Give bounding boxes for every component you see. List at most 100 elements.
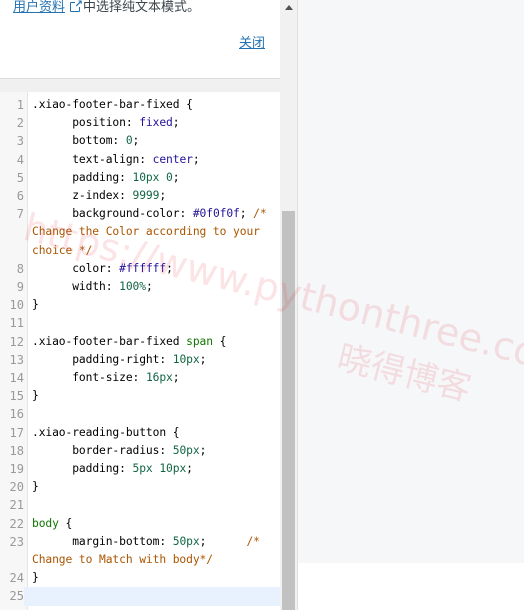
- token-kw: fixed: [139, 116, 173, 130]
- line-text[interactable]: .xiao-footer-bar-fixed {: [32, 96, 272, 114]
- line-number: 8: [16, 261, 24, 276]
- line-text[interactable]: ​: [32, 314, 272, 332]
- token-prop: ;: [199, 534, 247, 548]
- token-prop: z-index:: [32, 189, 133, 203]
- code-line[interactable]: 2 position: fixed;: [0, 114, 280, 132]
- scroll-up-arrow-icon[interactable]: [285, 5, 293, 10]
- line-text[interactable]: }: [32, 478, 272, 496]
- notice-text: 用户资料 中选择纯文本模式。: [13, 0, 200, 17]
- code-line[interactable]: 1 .xiao-footer-bar-fixed {: [0, 96, 280, 114]
- line-text[interactable]: ​: [32, 587, 272, 605]
- line-number: 5: [16, 170, 24, 185]
- line-text[interactable]: body {: [32, 515, 272, 533]
- editor-scrollbar[interactable]: [280, 0, 297, 610]
- line-number: 4: [16, 152, 24, 167]
- token-tag: span: [186, 334, 213, 348]
- token-prop: ;: [166, 261, 173, 275]
- line-text[interactable]: bottom: 0;: [32, 132, 272, 150]
- token-prop: ;: [199, 352, 207, 366]
- external-link-icon: [70, 0, 83, 14]
- token-prop: border-radius:: [32, 443, 173, 457]
- code-line[interactable]: 25 ​: [0, 587, 280, 606]
- code-line[interactable]: 15}: [0, 387, 280, 405]
- line-number: 1: [16, 98, 24, 112]
- line-text[interactable]: }: [32, 296, 272, 314]
- code-lines[interactable]: 1 .xiao-footer-bar-fixed { 2 position: fix…: [0, 96, 280, 606]
- code-line[interactable]: 3 bottom: 0;: [0, 132, 280, 150]
- token-num: 10px: [172, 352, 200, 366]
- token-prop: .xiao-footer-bar-fixed {: [32, 98, 193, 111]
- token-num: 5px 10px: [132, 462, 187, 476]
- line-number: 10: [9, 298, 24, 313]
- line-number: 13: [9, 352, 24, 367]
- code-editor-panel: 用户资料 中选择纯文本模式。 关闭 1 .xiao-footer-bar-fixed…: [0, 0, 280, 610]
- code-line[interactable]: 22 body {: [0, 515, 280, 533]
- token-kw: center: [152, 152, 193, 166]
- line-text[interactable]: padding-right: 10px;: [32, 351, 272, 369]
- token-prop: }: [32, 389, 39, 403]
- code-line[interactable]: 14 font-size: 16px;: [0, 369, 280, 387]
- line-text[interactable]: color: #ffffff;: [32, 260, 272, 278]
- close-link[interactable]: 关闭: [239, 32, 265, 51]
- token-prop: ;: [172, 170, 180, 184]
- line-number: 17: [9, 425, 24, 440]
- preview-area: [298, 0, 524, 563]
- code-line[interactable]: 13 padding-right: 10px;: [0, 351, 280, 369]
- line-number: 6: [16, 189, 24, 204]
- code-line[interactable]: 19 padding: 5px 10px;: [0, 460, 280, 478]
- line-text[interactable]: position: fixed;: [32, 114, 272, 132]
- separator: [0, 79, 280, 92]
- code-line[interactable]: 7 background-color: #0f0f0f; /* Change t…: [0, 205, 280, 260]
- line-text[interactable]: font-size: 16px;: [32, 369, 272, 387]
- token-prop: ;: [145, 280, 153, 294]
- line-text[interactable]: background-color: #0f0f0f; /* Change the…: [32, 205, 272, 260]
- token-num: 50px: [172, 534, 200, 548]
- code-line[interactable]: 6 z-index: 9999;: [0, 187, 280, 205]
- line-number: 25: [0, 587, 24, 606]
- token-prop: {: [212, 334, 227, 348]
- code-line[interactable]: 4 text-align: center;: [0, 151, 280, 169]
- line-text[interactable]: padding: 10px 0;: [32, 169, 272, 187]
- line-text[interactable]: z-index: 9999;: [32, 187, 272, 205]
- line-text[interactable]: padding: 5px 10px;: [32, 460, 272, 478]
- line-number: 2: [16, 116, 24, 131]
- line-text[interactable]: .xiao-footer-bar-fixed span {: [32, 333, 272, 351]
- line-number: 3: [16, 134, 24, 149]
- line-text[interactable]: ​: [32, 405, 272, 423]
- token-prop: {: [58, 516, 73, 530]
- token-prop: ;: [172, 371, 180, 385]
- line-number: 21: [9, 498, 24, 513]
- token-prop: .xiao-reading-button {: [32, 425, 180, 439]
- token-prop: ;: [192, 152, 200, 166]
- code-line[interactable]: 12 .xiao-footer-bar-fixed span {: [0, 333, 280, 351]
- user-profile-link[interactable]: 用户资料: [13, 0, 65, 15]
- code-line[interactable]: 5 padding: 10px 0;: [0, 169, 280, 187]
- code-line[interactable]: 8 color: #ffffff;: [0, 260, 280, 278]
- line-text[interactable]: width: 100%;: [32, 278, 272, 296]
- code-line[interactable]: 16 ​: [0, 405, 280, 423]
- line-text[interactable]: }: [32, 387, 272, 405]
- line-text[interactable]: text-align: center;: [32, 151, 272, 169]
- code-line[interactable]: 24}: [0, 569, 280, 587]
- code-line[interactable]: 9 width: 100%;: [0, 278, 280, 296]
- token-prop: background-color:: [32, 207, 193, 221]
- code-line[interactable]: 11 ​: [0, 314, 280, 332]
- line-text[interactable]: margin-bottom: 50px; /* Change to Match …: [32, 533, 272, 569]
- code-line[interactable]: 20}: [0, 478, 280, 496]
- line-text[interactable]: border-radius: 50px;: [32, 442, 272, 460]
- line-number: 16: [9, 407, 24, 422]
- token-prop: width:: [32, 280, 120, 294]
- line-number: 18: [9, 443, 24, 458]
- line-text[interactable]: ​: [32, 496, 272, 514]
- code-line[interactable]: 10}: [0, 296, 280, 314]
- code-line[interactable]: 17 .xiao-reading-button {: [0, 424, 280, 442]
- code-line[interactable]: 23 margin-bottom: 50px; /* Change to Mat…: [0, 533, 280, 569]
- plain-text-notice: 用户资料 中选择纯文本模式。 关闭: [0, 0, 280, 79]
- line-number: 9: [16, 280, 24, 295]
- line-text[interactable]: }: [32, 569, 272, 587]
- css-editor[interactable]: 1 .xiao-footer-bar-fixed { 2 position: fix…: [0, 92, 280, 610]
- code-line[interactable]: 18 border-radius: 50px;: [0, 442, 280, 460]
- scrollbar-thumb[interactable]: [282, 211, 295, 610]
- line-text[interactable]: .xiao-reading-button {: [32, 424, 272, 442]
- code-line[interactable]: 21 ​: [0, 496, 280, 514]
